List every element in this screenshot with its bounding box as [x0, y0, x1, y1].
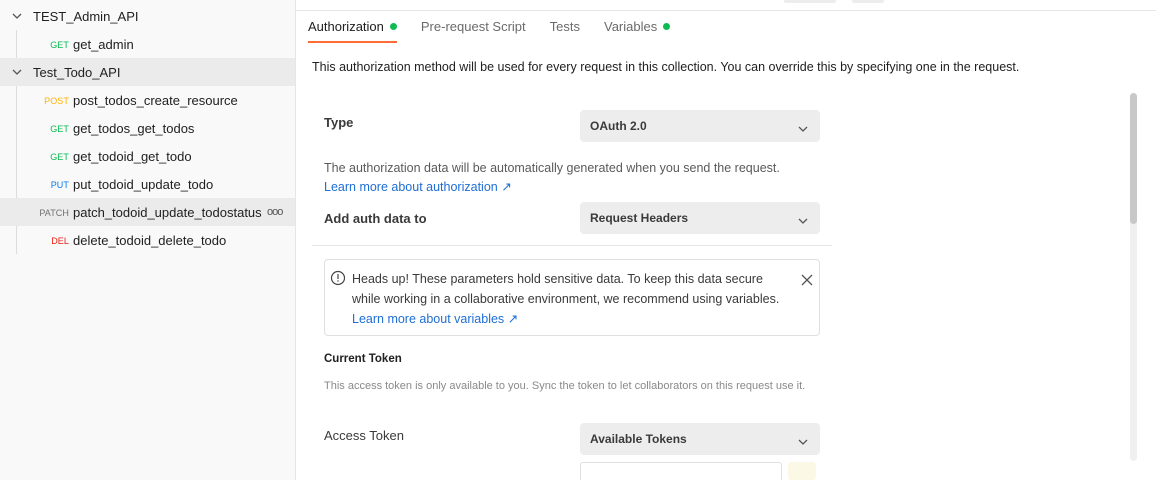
request-label: post_todos_create_resource [73, 93, 238, 108]
request-get-todos[interactable]: GET get_todos_get_todos [0, 114, 295, 142]
folder-test-todo-api[interactable]: Test_Todo_API [0, 58, 295, 86]
chevron-down-icon[interactable] [12, 11, 22, 21]
tab-label: Tests [549, 19, 580, 34]
tab-tests[interactable]: Tests [550, 14, 580, 44]
select-value: OAuth 2.0 [590, 119, 647, 133]
chevron-down-icon[interactable] [12, 67, 22, 77]
folder-test-admin-api[interactable]: TEST_Admin_API [0, 2, 295, 30]
folder-label: TEST_Admin_API [33, 9, 139, 24]
method-badge: DEL [51, 236, 69, 246]
method-badge: PATCH [39, 208, 69, 218]
next-field-partial[interactable] [580, 462, 782, 480]
collection-sidebar: TEST_Admin_API GET get_admin Test_Todo_A… [0, 0, 296, 480]
request-label: put_todoid_update_todo [73, 177, 214, 192]
tab-bar: Authorization Pre-request Script Tests V… [308, 14, 694, 44]
request-label: get_admin [73, 37, 134, 52]
access-token-label: Access Token [324, 428, 404, 443]
tab-pre-request-script[interactable]: Pre-request Script [421, 14, 526, 44]
scrollbar[interactable] [1130, 93, 1137, 461]
notice-text: Heads up! These parameters hold sensitiv… [352, 269, 792, 329]
tab-label: Variables [604, 19, 658, 34]
request-post-todos[interactable]: POST post_todos_create_resource [0, 86, 295, 114]
next-chip-partial[interactable] [788, 462, 816, 480]
chevron-down-icon [798, 435, 808, 445]
info-icon [330, 270, 346, 286]
add-auth-select[interactable]: Request Headers [580, 202, 820, 234]
request-label: get_todos_get_todos [73, 121, 195, 136]
learn-more-variables-link[interactable]: Learn more about variables ↗ [352, 312, 518, 326]
toolbar-button[interactable] [852, 0, 884, 3]
tab-label: Authorization [308, 19, 384, 34]
status-dot [389, 23, 397, 30]
collection-editor: Authorization Pre-request Script Tests V… [296, 0, 1156, 480]
select-value: Available Tokens [590, 432, 687, 446]
toolbar-button[interactable] [784, 0, 836, 3]
method-badge: PUT [50, 180, 69, 190]
request-get-todo[interactable]: GET get_todoid_get_todo [0, 142, 295, 170]
tab-authorization[interactable]: Authorization [308, 14, 397, 44]
method-badge: GET [50, 40, 69, 50]
method-badge: POST [44, 96, 69, 106]
request-patch-todostatus[interactable]: PATCH patch_todoid_update_todostatus ooo [0, 198, 295, 226]
access-token-select[interactable]: Available Tokens [580, 423, 820, 455]
request-delete-todo[interactable]: DEL delete_todoid_delete_todo [0, 226, 295, 254]
tab-variables[interactable]: Variables [604, 14, 671, 44]
status-dot [663, 23, 671, 30]
learn-more-auth-link[interactable]: Learn more about authorization ↗ [324, 179, 512, 194]
chevron-down-icon [798, 214, 808, 224]
more-options-icon[interactable]: ooo [267, 206, 283, 218]
request-get-admin[interactable]: GET get_admin [0, 30, 295, 58]
method-badge: GET [50, 152, 69, 162]
request-label: get_todoid_get_todo [73, 149, 192, 164]
folder-label: Test_Todo_API [33, 65, 121, 80]
scrollbar-thumb[interactable] [1130, 93, 1137, 224]
current-token-title: Current Token [324, 353, 402, 365]
add-auth-label: Add auth data to [324, 211, 427, 226]
type-label: Type [324, 115, 354, 130]
top-toolbar-edge [296, 0, 1156, 11]
auth-description: This authorization method will be used f… [312, 60, 1020, 74]
chevron-down-icon [798, 122, 808, 132]
divider [312, 245, 832, 246]
select-value: Request Headers [590, 211, 689, 225]
notice-message: Heads up! These parameters hold sensitiv… [352, 272, 780, 306]
method-badge: GET [50, 124, 69, 134]
sensitive-data-notice: Heads up! These parameters hold sensitiv… [324, 259, 820, 336]
tab-label: Pre-request Script [420, 19, 526, 34]
auth-type-select[interactable]: OAuth 2.0 [580, 110, 820, 142]
request-label: delete_todoid_delete_todo [73, 233, 227, 248]
auth-generated-note: The authorization data will be automatic… [324, 161, 780, 175]
token-note: This access token is only available to y… [324, 380, 806, 392]
request-put-todo[interactable]: PUT put_todoid_update_todo [0, 170, 295, 198]
close-icon[interactable] [801, 274, 813, 286]
request-label: patch_todoid_update_todostatus [73, 205, 262, 220]
